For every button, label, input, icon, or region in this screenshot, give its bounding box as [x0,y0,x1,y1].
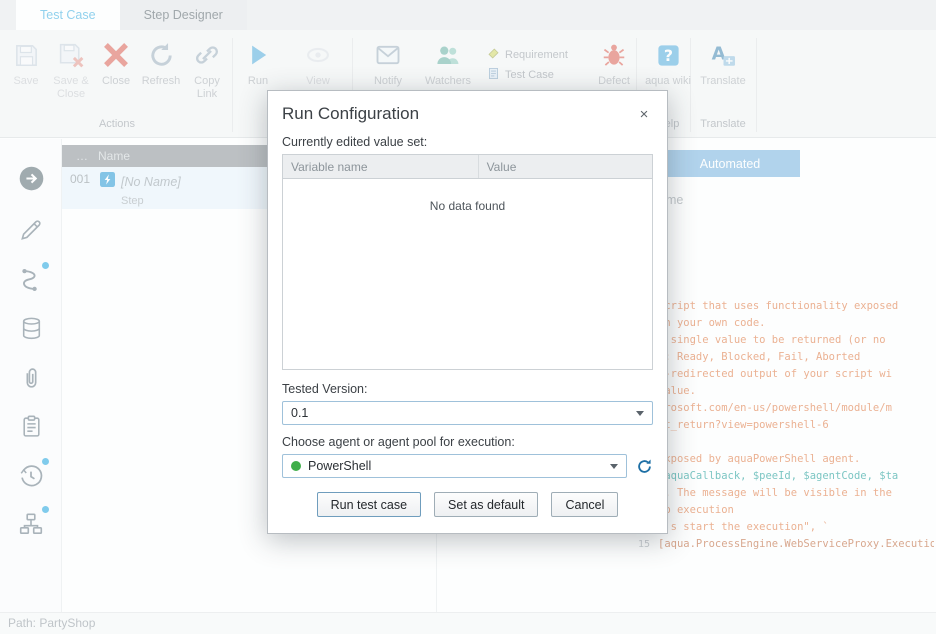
agent-online-dot [291,461,301,471]
value-set-table-header: Variable name Value [283,155,652,179]
value-set-table-body: No data found [283,179,652,369]
refresh-agents-button[interactable] [636,458,653,475]
tested-version-label: Tested Version: [282,382,653,396]
empty-state-text: No data found [283,179,652,213]
refresh-icon [636,458,653,475]
tested-version-value: 0.1 [291,406,308,420]
set-as-default-button[interactable]: Set as default [434,492,538,517]
value-set-label: Currently edited value set: [282,135,653,149]
agent-label: Choose agent or agent pool for execution… [282,435,653,449]
chevron-down-icon [636,411,644,416]
run-test-case-button[interactable]: Run test case [317,492,421,517]
tested-version-dropdown[interactable]: 0.1 [282,401,653,425]
cancel-button[interactable]: Cancel [551,492,618,517]
app-window: Test Case Step Designer Save Save & Clos… [0,0,936,634]
dialog-title: Run Configuration [282,104,419,124]
value-set-table: Variable name Value No data found [282,154,653,370]
dialog-close-button[interactable]: × [635,106,653,123]
chevron-down-icon [610,464,618,469]
column-variable-name: Variable name [283,155,479,178]
run-configuration-dialog: Run Configuration × Currently edited val… [267,90,668,534]
column-value: Value [479,160,652,174]
agent-dropdown[interactable]: PowerShell [282,454,627,478]
agent-value: PowerShell [308,459,371,473]
